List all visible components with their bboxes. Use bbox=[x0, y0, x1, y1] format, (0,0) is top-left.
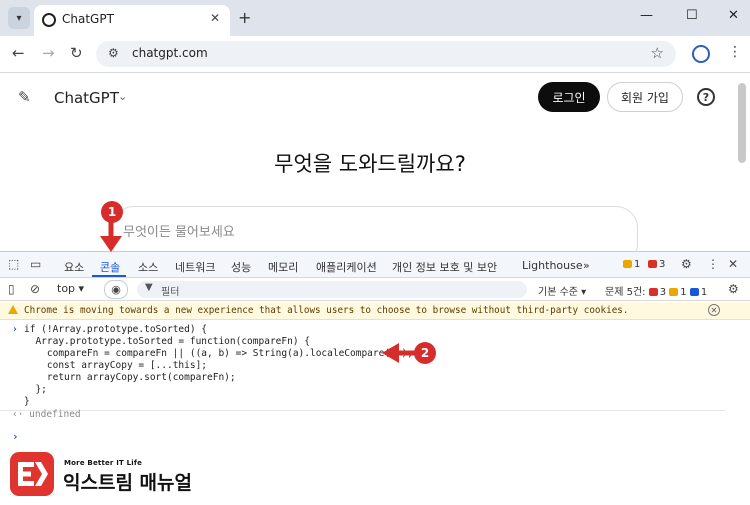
tab-network[interactable]: 네트워크 bbox=[175, 259, 215, 275]
result-value: undefined bbox=[29, 409, 81, 420]
code-line: const arrayCopy = [...this]; bbox=[24, 360, 208, 371]
tab-sources[interactable]: 소스 bbox=[138, 259, 158, 275]
issues-counter[interactable]: 문제 5건: 3 1 1 bbox=[605, 283, 707, 298]
devtools-close-icon[interactable]: ✕ bbox=[728, 257, 738, 271]
issue-info-count: 1 bbox=[700, 287, 708, 298]
tab-application[interactable]: 애플리케이션 bbox=[316, 259, 377, 275]
code-line: compareFn = compareFn || ((a, b) => Stri… bbox=[24, 348, 413, 359]
address-bar[interactable]: ⚙ chatgpt.com ☆ bbox=[96, 41, 676, 67]
watermark-tagline: More Better IT Life bbox=[64, 459, 143, 467]
help-icon[interactable]: ? bbox=[697, 88, 715, 106]
warning-count: 1 bbox=[634, 259, 641, 270]
tab-privacy-security[interactable]: 개인 정보 보호 및 보안 bbox=[392, 259, 497, 275]
model-selector[interactable]: ChatGPT bbox=[54, 89, 119, 107]
tab-console[interactable]: 콘솔 bbox=[100, 259, 120, 275]
warning-triangle-icon bbox=[623, 260, 632, 268]
browser-tab[interactable]: ChatGPT ✕ bbox=[34, 5, 230, 36]
console-output: › if (!Array.prototype.toSorted) { Array… bbox=[0, 321, 750, 441]
new-chat-pencil-icon[interactable]: ✎ bbox=[18, 88, 31, 106]
issue-info-icon bbox=[689, 288, 699, 296]
devtools-tab-bar: ⬚ ▭ 요소 콘솔 소스 네트워크 성능 메모리 애플리케이션 개인 정보 보호… bbox=[0, 252, 750, 278]
clear-console-icon[interactable]: ⊘ bbox=[30, 282, 40, 296]
hero-heading: 무엇을 도와드릴까요? bbox=[274, 152, 466, 176]
code-line: }; bbox=[24, 384, 47, 395]
tab-close-icon[interactable]: ✕ bbox=[210, 11, 220, 25]
tab-memory[interactable]: 메모리 bbox=[268, 259, 298, 275]
issue-error-icon bbox=[648, 288, 658, 296]
bookmark-star-icon[interactable]: ☆ bbox=[651, 44, 664, 62]
reload-icon[interactable]: ↻ bbox=[70, 44, 83, 62]
login-button[interactable]: 로그인 bbox=[538, 82, 600, 112]
minimize-icon[interactable]: — bbox=[640, 8, 653, 23]
inspect-element-icon[interactable]: ⬚ bbox=[8, 257, 19, 271]
issue-warning-icon bbox=[669, 288, 679, 296]
browser-menu-icon[interactable]: ⋮ bbox=[728, 44, 742, 60]
devtools-menu-icon[interactable]: ⋮ bbox=[707, 257, 719, 271]
prompt-placeholder: 무엇이든 물어보세요 bbox=[123, 225, 235, 240]
chatgpt-page: ✎ ChatGPT ⌄ 로그인 회원 가입 ? 무엇을 도와드릴까요? 무엇이든… bbox=[0, 73, 750, 251]
console-settings-gear-icon[interactable]: ⚙ bbox=[728, 282, 739, 296]
code-line: if (!Array.prototype.toSorted) { bbox=[24, 324, 208, 335]
browser-tab-strip: ▾ ChatGPT ✕ + — ☐ ✕ bbox=[0, 0, 750, 36]
console-result: ‹· undefined bbox=[12, 409, 81, 420]
console-filter-input[interactable]: ▼ 필터 bbox=[137, 281, 527, 298]
tab-lighthouse[interactable]: Lighthouse bbox=[522, 259, 583, 272]
window-close-icon[interactable]: ✕ bbox=[728, 8, 739, 23]
browser-toolbar: ← → ↻ ⚙ chatgpt.com ☆ ⋮ bbox=[0, 36, 750, 72]
tab-performance[interactable]: 성능 bbox=[231, 259, 251, 275]
device-toolbar-icon[interactable]: ▭ bbox=[30, 257, 41, 271]
settings-gear-icon[interactable]: ⚙ bbox=[681, 257, 692, 271]
signup-button[interactable]: 회원 가입 bbox=[607, 82, 683, 112]
warning-count-badge[interactable]: 1 bbox=[623, 259, 640, 270]
error-count: 3 bbox=[659, 259, 666, 270]
tab-title: ChatGPT bbox=[62, 12, 114, 26]
chatgpt-favicon-icon bbox=[42, 13, 56, 27]
prompt-input[interactable]: 무엇이든 물어보세요 bbox=[112, 206, 638, 251]
context-value: top bbox=[57, 282, 76, 295]
profile-avatar-icon[interactable] bbox=[692, 45, 710, 63]
forward-arrow-icon[interactable]: → bbox=[42, 44, 55, 62]
issue-warning-count: 1 bbox=[680, 287, 687, 298]
third-party-cookie-warning: Chrome is moving towards a new experienc… bbox=[0, 302, 750, 320]
input-prompt-icon: › bbox=[12, 324, 18, 335]
dismiss-warning-icon[interactable]: ✕ bbox=[708, 304, 720, 316]
result-arrow-icon: ‹· bbox=[12, 409, 30, 420]
step1-marker: 1 bbox=[101, 201, 123, 223]
filter-placeholder: 필터 bbox=[161, 287, 180, 298]
filter-funnel-icon: ▼ bbox=[145, 282, 153, 293]
maximize-icon[interactable]: ☐ bbox=[686, 8, 698, 23]
watermark-logo bbox=[10, 452, 54, 496]
new-tab-plus-icon[interactable]: + bbox=[238, 8, 251, 27]
tab-elements[interactable]: 요소 bbox=[64, 259, 84, 275]
watermark-name: 익스트림 매뉴얼 bbox=[63, 472, 192, 494]
more-tabs-icon[interactable]: » bbox=[583, 259, 590, 272]
warning-message: Chrome is moving towards a new experienc… bbox=[24, 305, 629, 316]
code-line: return arrayCopy.sort(compareFn); bbox=[24, 372, 236, 383]
console-divider bbox=[0, 410, 725, 411]
console-input-prompt[interactable]: › bbox=[12, 430, 19, 443]
watermark-logo-glyph bbox=[18, 462, 48, 486]
context-select[interactable]: top ▾ bbox=[57, 282, 97, 298]
back-arrow-icon[interactable]: ← bbox=[12, 44, 25, 62]
site-info-icon[interactable]: ⚙ bbox=[108, 46, 119, 60]
live-expression-eye-icon[interactable]: ◉ bbox=[104, 280, 128, 299]
error-icon bbox=[648, 260, 657, 268]
sidebar-toggle-icon[interactable]: ▯ bbox=[8, 282, 15, 296]
error-count-badge[interactable]: 3 bbox=[648, 259, 665, 270]
chevron-down-icon[interactable]: ⌄ bbox=[118, 90, 127, 103]
tab-search-chevron-icon[interactable]: ▾ bbox=[8, 7, 30, 29]
console-filter-bar: ▯ ⊘ top ▾ ◉ ▼ 필터 기본 수준 ▾ 문제 5건: 3 1 1 ⚙ bbox=[0, 279, 750, 301]
active-tab-indicator bbox=[92, 275, 126, 277]
code-line: } bbox=[24, 396, 30, 407]
address-url: chatgpt.com bbox=[132, 46, 208, 60]
warning-icon bbox=[8, 305, 18, 314]
log-levels-dropdown[interactable]: 기본 수준 ▾ bbox=[538, 283, 586, 298]
code-line: Array.prototype.toSorted = function(comp… bbox=[24, 336, 310, 347]
log-levels-label: 기본 수준 bbox=[538, 287, 578, 298]
issues-label: 문제 5건: bbox=[605, 287, 646, 298]
issue-error-count: 3 bbox=[659, 287, 667, 298]
step2-marker: 2 bbox=[414, 342, 436, 364]
